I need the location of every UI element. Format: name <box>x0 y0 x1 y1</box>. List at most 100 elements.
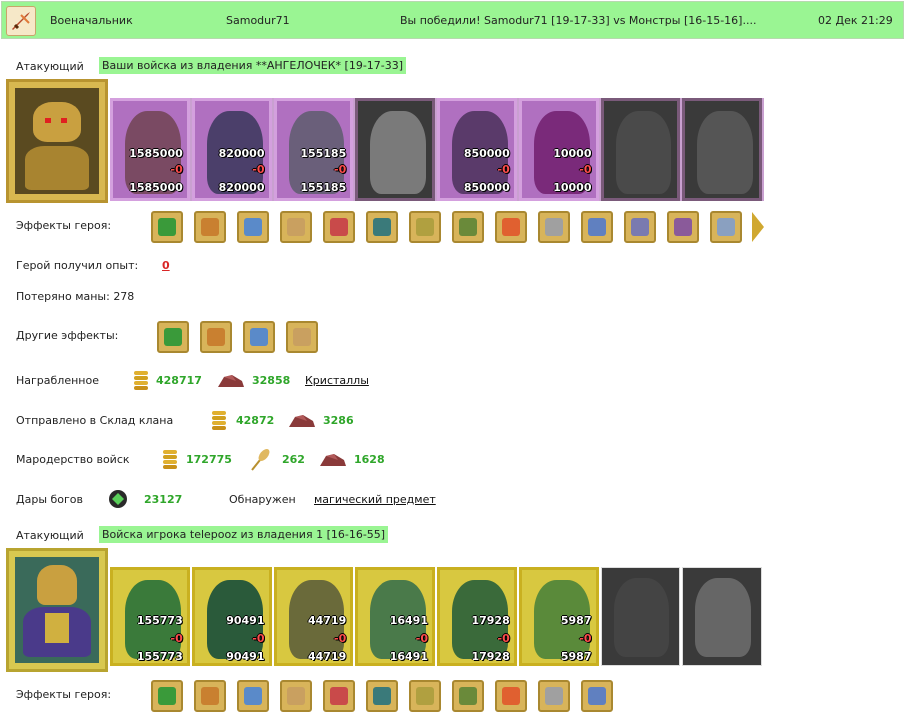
sun-icon[interactable] <box>495 680 527 712</box>
username[interactable]: Samodur71 <box>226 14 290 27</box>
gem-icon <box>107 488 129 510</box>
shake-shield-icon[interactable] <box>409 211 441 243</box>
crossed-swords-icon <box>6 6 36 36</box>
sword-red-icon[interactable] <box>243 321 275 353</box>
unit-image <box>615 111 672 194</box>
hand-icon[interactable] <box>237 211 269 243</box>
dice-icon[interactable] <box>323 211 355 243</box>
beast-icon[interactable] <box>538 680 570 712</box>
unit-card[interactable]: 1585000 -0 1585000 <box>110 98 190 201</box>
enemy-hero-image <box>15 557 99 663</box>
ring-icon[interactable] <box>366 680 398 712</box>
clan-label: Отправлено в Склад клана <box>16 414 174 427</box>
unit-count-top: 155185 <box>300 147 347 160</box>
flag-icon[interactable] <box>581 680 613 712</box>
side2-title: Войска игрока telepooz из владения 1 [16… <box>99 526 389 543</box>
unit-card[interactable] <box>600 567 681 666</box>
crystals-link[interactable]: Кристаллы <box>305 374 369 387</box>
unit-card[interactable]: 5987 -0 5987 <box>518 567 599 666</box>
clan-gold: 42872 <box>236 414 275 427</box>
serpent-icon[interactable] <box>452 680 484 712</box>
loot-ore: 32858 <box>252 374 291 387</box>
question-icon[interactable] <box>710 211 742 243</box>
ore-icon <box>318 448 348 470</box>
shield-icon[interactable] <box>366 211 398 243</box>
unit-card[interactable]: 155185 -0 155185 <box>273 98 354 201</box>
tower-icon[interactable] <box>280 211 312 243</box>
unit-count-bot: 5987 <box>560 650 592 663</box>
amulet-icon[interactable] <box>624 211 656 243</box>
unit-card[interactable] <box>682 567 762 666</box>
loot-label: Награбленное <box>16 374 99 387</box>
shield-icon[interactable] <box>237 680 269 712</box>
found-label: Обнаружен <box>229 493 296 506</box>
battle-header: Военачальник Samodur71 Вы победили! Samo… <box>1 1 904 39</box>
magic-item-link[interactable]: магический предмет <box>314 493 436 506</box>
other-effects-label: Другие эффекты: <box>16 329 119 342</box>
sword-icon[interactable] <box>200 321 232 353</box>
unit-card[interactable]: 44719 -0 44719 <box>273 567 354 666</box>
unit-card[interactable] <box>682 98 762 201</box>
unit-count-mid: -0 <box>579 632 592 645</box>
unit-card[interactable]: 16491 -0 16491 <box>355 567 435 666</box>
unit-card[interactable]: 10000 -0 10000 <box>518 98 599 201</box>
side1-effects-label: Эффекты героя: <box>16 219 112 232</box>
skull-icon[interactable] <box>538 211 570 243</box>
side2-unit-row: 155773 -0 155773 90491 -0 90491 44719 -0 44719 16… <box>110 567 764 670</box>
bird-icon[interactable] <box>409 680 441 712</box>
sword-icon[interactable] <box>151 211 183 243</box>
battle-date: 02 Дек 21:29 <box>818 14 893 27</box>
scroll-icon[interactable] <box>323 680 355 712</box>
side1-role: Атакующий <box>16 60 84 73</box>
tower-icon[interactable] <box>151 680 183 712</box>
unit-count-bot: 16491 <box>389 650 428 663</box>
cauldron-icon[interactable] <box>452 211 484 243</box>
unit-card[interactable] <box>600 98 681 201</box>
side1-title: Ваши войска из владения **АНГЕЛОЧЕК* [19… <box>99 57 407 74</box>
unit-count-mid: -0 <box>497 632 510 645</box>
mar-ore: 1628 <box>354 453 385 466</box>
fire-icon[interactable] <box>495 211 527 243</box>
side2-role: Атакующий <box>16 529 84 542</box>
unit-card[interactable]: 820000 -0 820000 <box>191 98 272 201</box>
gold-icon <box>130 369 152 391</box>
side1-unit-row: 1585000 -0 1585000 820000 -0 820000 155185 -0 15… <box>110 98 764 201</box>
effects-next-arrow-icon[interactable] <box>752 212 764 242</box>
unit-count-bot: 44719 <box>307 650 347 663</box>
unit-count-top: 1585000 <box>129 147 183 160</box>
unit-image <box>370 111 426 194</box>
unit-count-bot: 820000 <box>218 181 265 194</box>
claw-icon[interactable] <box>581 211 613 243</box>
unit-count-top: 44719 <box>307 614 347 627</box>
unit-image <box>695 578 751 657</box>
unit-card[interactable]: 155773 -0 155773 <box>110 567 190 666</box>
unit-count-bot: 1585000 <box>129 181 183 194</box>
unit-card[interactable]: 90491 -0 90491 <box>191 567 272 666</box>
unit-count-top: 16491 <box>389 614 428 627</box>
unit-count-top: 850000 <box>463 147 510 160</box>
unit-count-top: 10000 <box>553 147 592 160</box>
unit-card[interactable] <box>355 98 435 201</box>
unit-count-bot: 155185 <box>300 181 347 194</box>
handshake-icon[interactable] <box>194 211 226 243</box>
spider-icon[interactable] <box>667 211 699 243</box>
unit-card[interactable]: 850000 -0 850000 <box>437 98 517 201</box>
sword-red2-icon[interactable] <box>286 321 318 353</box>
ore-icon <box>287 409 317 431</box>
hero-portrait[interactable] <box>6 79 108 203</box>
enemy-hero-portrait[interactable] <box>6 548 108 672</box>
gold-icon <box>208 409 230 431</box>
dice-icon[interactable] <box>194 680 226 712</box>
amulet-icon[interactable] <box>280 680 312 712</box>
gold-icon[interactable] <box>157 321 189 353</box>
unit-count-bot: 90491 <box>226 650 265 663</box>
mana-lost: Потеряно маны: 278 <box>16 290 135 303</box>
unit-count-mid: -0 <box>579 163 592 176</box>
mar-wheat: 262 <box>282 453 305 466</box>
unit-count-bot: 17928 <box>471 650 510 663</box>
unit-count-mid: -0 <box>170 632 183 645</box>
exp-label: Герой получил опыт: <box>16 259 139 272</box>
battle-result[interactable]: Вы победили! Samodur71 [19-17-33] vs Мон… <box>400 14 756 27</box>
unit-card[interactable]: 17928 -0 17928 <box>437 567 517 666</box>
exp-value-link[interactable]: 0 <box>162 259 170 272</box>
